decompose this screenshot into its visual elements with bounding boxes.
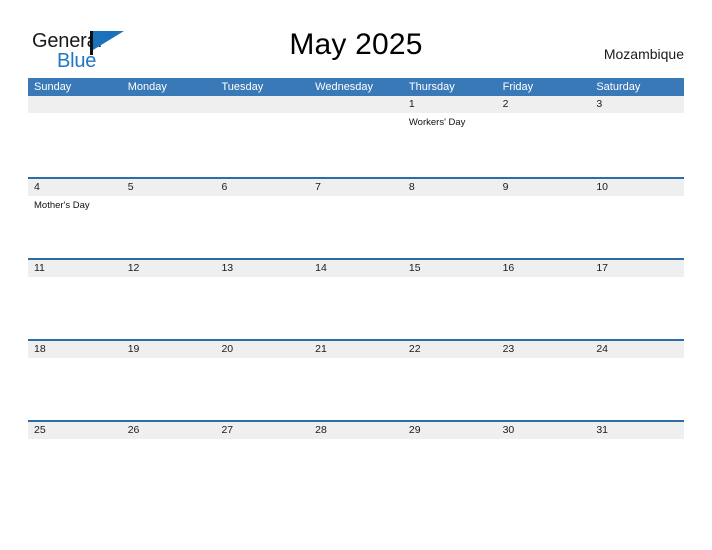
calendar-day-cell[interactable]: 21 <box>309 341 403 420</box>
day-number: 25 <box>34 424 46 436</box>
calendar-day-cell[interactable]: 20 <box>215 341 309 420</box>
calendar-day-cell-empty <box>28 96 122 175</box>
page-header: General Blue May 2025 Mozambique <box>0 0 712 76</box>
calendar-day-cell[interactable]: 2 <box>497 96 591 175</box>
week-cells: 18 19 20 21 22 23 24 <box>28 341 684 420</box>
day-number <box>34 96 122 113</box>
calendar-day-cell[interactable]: 28 <box>309 422 403 501</box>
calendar-day-cell[interactable]: 23 <box>497 341 591 420</box>
calendar-day-cell[interactable]: 11 <box>28 260 122 339</box>
day-number: 5 <box>127 181 134 193</box>
calendar-day-cell[interactable]: 1 Workers' Day <box>403 96 497 175</box>
calendar-day-cell[interactable]: 26 <box>122 422 216 501</box>
weekday-header-wednesday: Wednesday <box>315 81 374 93</box>
day-number: 23 <box>502 343 515 355</box>
calendar-day-cell[interactable]: 7 <box>309 179 403 258</box>
calendar-day-cell-empty <box>215 96 309 175</box>
calendar-day-cell[interactable]: 6 <box>215 179 309 258</box>
calendar-day-cell[interactable]: 15 <box>403 260 497 339</box>
day-number: 26 <box>127 424 140 436</box>
day-number: 15 <box>408 262 421 274</box>
weekday-header-sunday: Sunday <box>34 81 72 93</box>
week-cells: 25 26 27 28 29 30 31 <box>28 422 684 501</box>
calendar-day-cell[interactable]: 31 <box>590 422 684 501</box>
holiday-label: Mother's Day <box>34 200 90 211</box>
calendar-day-cell[interactable]: 8 <box>403 179 497 258</box>
calendar-day-cell[interactable]: 13 <box>215 260 309 339</box>
weekday-header-row: Sunday Monday Tuesday Wednesday Thursday… <box>28 78 684 96</box>
weekday-header-thursday: Thursday <box>408 81 455 93</box>
weekday-header-saturday: Saturday <box>596 81 641 93</box>
calendar-day-cell[interactable]: 4 Mother's Day <box>28 179 122 258</box>
day-number: 20 <box>221 343 234 355</box>
day-events: Mother's Day <box>34 196 122 212</box>
calendar-day-cell[interactable]: 3 <box>590 96 684 175</box>
calendar-grid: Sunday Monday Tuesday Wednesday Thursday… <box>28 78 684 501</box>
country-label: Mozambique <box>603 46 684 62</box>
calendar-day-cell[interactable]: 27 <box>215 422 309 501</box>
week-cells: 1 Workers' Day 2 3 <box>28 96 684 175</box>
calendar-day-cell[interactable]: 10 <box>590 179 684 258</box>
weekday-header-tuesday: Tuesday <box>221 81 264 93</box>
calendar-day-cell[interactable]: 18 <box>28 341 122 420</box>
calendar-day-cell[interactable]: 16 <box>497 260 591 339</box>
calendar-day-cell[interactable]: 19 <box>122 341 216 420</box>
day-number: 17 <box>596 262 608 274</box>
calendar-day-cell[interactable]: 22 <box>403 341 497 420</box>
day-number: 10 <box>596 181 608 193</box>
weekday-header-monday: Monday <box>127 81 167 93</box>
day-number: 27 <box>221 424 234 436</box>
day-number: 22 <box>408 343 421 355</box>
holiday-label: Workers' Day <box>408 117 466 128</box>
weekday-header-friday: Friday <box>502 81 534 93</box>
week-cells: 11 12 13 14 15 16 17 <box>28 260 684 339</box>
calendar-day-cell[interactable]: 9 <box>497 179 591 258</box>
calendar-day-cell[interactable]: 5 <box>122 179 216 258</box>
calendar-day-cell[interactable]: 29 <box>403 422 497 501</box>
calendar-weeks: 1 Workers' Day 2 3 4 Mother's Day 5 6 7 8 9 10 11 12 1… <box>28 96 684 501</box>
day-number <box>128 96 216 113</box>
calendar-day-cell[interactable]: 24 <box>590 341 684 420</box>
day-number: 7 <box>315 181 321 193</box>
day-number: 18 <box>34 343 46 355</box>
day-number: 11 <box>34 262 45 274</box>
calendar-day-cell[interactable]: 17 <box>590 260 684 339</box>
day-number: 9 <box>502 181 509 193</box>
calendar-day-cell[interactable]: 12 <box>122 260 216 339</box>
day-number <box>221 96 309 113</box>
calendar-day-cell-empty <box>122 96 216 175</box>
day-number: 1 <box>408 98 415 110</box>
day-number: 4 <box>34 181 40 193</box>
day-number: 14 <box>315 262 327 274</box>
calendar-week-row: 11 12 13 14 15 16 17 <box>28 258 684 339</box>
day-number: 29 <box>408 424 421 436</box>
calendar-day-cell[interactable]: 14 <box>309 260 403 339</box>
day-number: 2 <box>502 98 509 110</box>
day-number: 8 <box>408 181 415 193</box>
day-number: 12 <box>127 262 140 274</box>
day-number: 16 <box>502 262 515 274</box>
day-number: 24 <box>596 343 608 355</box>
calendar-week-row: 18 19 20 21 22 23 24 <box>28 339 684 420</box>
calendar-day-cell-empty <box>309 96 403 175</box>
day-number <box>315 96 403 113</box>
calendar-week-row: 1 Workers' Day 2 3 <box>28 96 684 177</box>
day-number: 31 <box>596 424 608 436</box>
calendar-day-cell[interactable]: 25 <box>28 422 122 501</box>
calendar-day-cell[interactable]: 30 <box>497 422 591 501</box>
calendar-page: General Blue May 2025 Mozambique Sunday … <box>0 0 712 550</box>
week-cells: 4 Mother's Day 5 6 7 8 9 10 <box>28 179 684 258</box>
calendar-week-row: 4 Mother's Day 5 6 7 8 9 10 <box>28 177 684 258</box>
calendar-week-row: 25 26 27 28 29 30 31 <box>28 420 684 501</box>
day-events: Workers' Day <box>409 113 497 129</box>
day-number: 21 <box>315 343 327 355</box>
day-number: 28 <box>315 424 327 436</box>
day-number: 3 <box>596 98 603 110</box>
day-number: 30 <box>502 424 515 436</box>
day-number: 19 <box>127 343 140 355</box>
day-number: 6 <box>221 181 228 193</box>
day-number: 13 <box>221 262 234 274</box>
